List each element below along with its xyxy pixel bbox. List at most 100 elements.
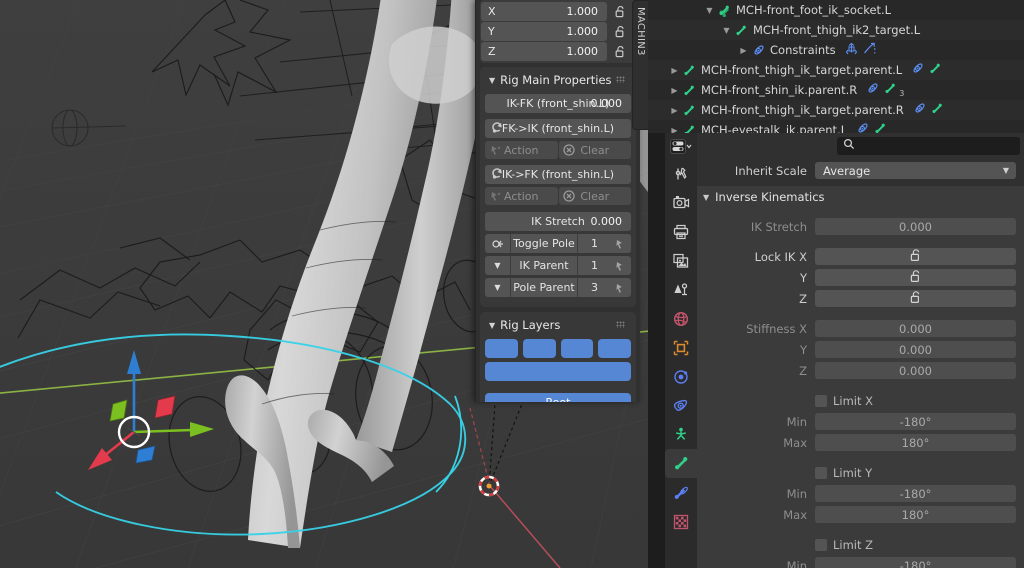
scale-z-lock-toggle[interactable] xyxy=(607,42,633,61)
lock-ik-z-row[interactable]: Z xyxy=(697,289,1016,308)
rig-layer-root-button[interactable]: Root xyxy=(485,393,631,402)
constraint-icon[interactable] xyxy=(913,102,926,118)
constraint-icon[interactable] xyxy=(911,62,924,78)
properties-tab-view-layer[interactable] xyxy=(665,246,697,275)
outliner-editor[interactable]: ▼ MCH-front_foot_ik_socket.L ▼ MCH-front… xyxy=(648,0,1024,133)
stiffness-z-row[interactable]: Z 0.000 xyxy=(697,361,1016,380)
constraint-icon[interactable] xyxy=(866,82,879,98)
stiffness-x-row[interactable]: Stiffness X 0.000 xyxy=(697,319,1016,338)
limit-x-min-field[interactable]: -180° xyxy=(815,413,1016,430)
limit-y-row[interactable]: Limit Y xyxy=(697,463,1016,482)
chevron-right-icon[interactable]: ▶ xyxy=(668,66,681,75)
properties-search-input[interactable] xyxy=(837,136,1020,155)
properties-editor[interactable]: Inherit Scale Average ▼ ▼ Inverse Kinema… xyxy=(665,133,1024,568)
inherit-scale-dropdown[interactable]: Average ▼ xyxy=(815,162,1016,179)
ik-stretch-field[interactable]: 0.000 xyxy=(815,218,1016,235)
ik-stretch-row[interactable]: IK Stretch 0.000 xyxy=(697,217,1016,236)
pole-parent-row[interactable]: ▼ Pole Parent 3 xyxy=(485,278,631,297)
ik-stretch-slider[interactable]: IK Stretch 0.000 xyxy=(485,212,631,231)
scale-x-lock-toggle[interactable] xyxy=(607,2,633,21)
scale-x-field[interactable]: X 1.000 xyxy=(481,2,607,21)
scale-y-field[interactable]: Y 1.000 xyxy=(481,22,607,41)
viewport-sidebar-n-panel[interactable]: X 1.000 Y 1.000 Z 1.000 ▼ Rig Main Prope… xyxy=(475,0,640,402)
lock-ik-y-row[interactable]: Y xyxy=(697,268,1016,287)
properties-tab-world[interactable] xyxy=(665,304,697,333)
lock-ik-x-row[interactable]: Lock IK X xyxy=(697,247,1016,266)
properties-tab-tool[interactable] xyxy=(665,159,697,188)
limit-z-min-field[interactable]: -180° xyxy=(815,557,1016,568)
rig-layers-header[interactable]: ▼ Rig Layers xyxy=(485,315,631,335)
outliner-row[interactable]: ▶ MCH-eyestalk_ik.parent.L xyxy=(648,120,1024,133)
stiffness-y-row[interactable]: Y 0.000 xyxy=(697,340,1016,359)
properties-tab-scene[interactable] xyxy=(665,275,697,304)
snap-ik-to-fk-button[interactable]: IK->FK (front_shin.L) xyxy=(485,165,631,184)
bone-icon[interactable] xyxy=(929,62,942,78)
inverse-kinematics-header[interactable]: ▼ Inverse Kinematics xyxy=(697,186,1016,208)
properties-tab-armature-data[interactable] xyxy=(665,420,697,449)
lock-ik-x-toggle[interactable] xyxy=(815,248,1016,265)
lock-ik-z-toggle[interactable] xyxy=(815,290,1016,307)
chevron-down-icon[interactable]: ▼ xyxy=(720,26,733,35)
pole-parent-keyframe-icon[interactable] xyxy=(611,282,631,294)
chevron-right-icon[interactable]: ▶ xyxy=(737,46,750,55)
ikfk-slider[interactable]: IK-FK (front_shin.L) 0.000 xyxy=(485,94,631,113)
lock-ik-y-toggle[interactable] xyxy=(815,269,1016,286)
outliner-row[interactable]: ▶ MCH-front_shin_ik.parent.R 3 xyxy=(648,80,1024,100)
properties-tab-physics[interactable] xyxy=(665,362,697,391)
scale-z-field[interactable]: Z 1.000 xyxy=(481,42,607,61)
chevron-down-icon[interactable]: ▼ xyxy=(485,256,511,275)
limit-y-max-field[interactable]: 180° xyxy=(815,506,1016,523)
inherit-scale-row[interactable]: Inherit Scale Average ▼ xyxy=(697,161,1016,180)
snap-ik-to-fk-action-button[interactable]: Action xyxy=(485,187,558,205)
bone-icon[interactable] xyxy=(874,122,887,133)
rig-layer-button-2[interactable] xyxy=(522,339,556,358)
limit-x-checkbox[interactable] xyxy=(815,394,827,407)
constraint-icon[interactable] xyxy=(856,122,869,133)
limit-x-row[interactable]: Limit X xyxy=(697,391,1016,410)
stiffness-x-field[interactable]: 0.000 xyxy=(815,320,1016,337)
limit-x-max-row[interactable]: Max 180° xyxy=(697,433,1016,452)
bone-icon[interactable] xyxy=(884,82,897,98)
rig-layer-button-3[interactable] xyxy=(560,339,594,358)
limit-y-checkbox[interactable] xyxy=(815,466,827,479)
rig-main-properties-header[interactable]: ▼ Rig Main Properties xyxy=(485,70,631,90)
chevron-right-icon[interactable]: ▶ xyxy=(668,126,681,134)
limit-z-checkbox[interactable] xyxy=(815,538,827,551)
ik-parent-row[interactable]: ▼ IK Parent 1 xyxy=(485,256,631,275)
ik-parent-keyframe-icon[interactable] xyxy=(611,260,631,272)
limit-y-min-row[interactable]: Min -180° xyxy=(697,484,1016,503)
copy-transforms-icon[interactable] xyxy=(845,42,858,58)
outliner-row[interactable]: ▶ Constraints xyxy=(648,40,1024,60)
snap-fk-to-ik-clear-button[interactable]: Clear xyxy=(558,141,631,159)
properties-tab-column[interactable] xyxy=(665,133,697,568)
chevron-right-icon[interactable]: ▶ xyxy=(668,106,681,115)
rig-layer-button-wide[interactable] xyxy=(485,362,631,381)
limit-x-min-row[interactable]: Min -180° xyxy=(697,412,1016,431)
bone-icon[interactable] xyxy=(931,102,944,118)
rig-layer-button-4[interactable] xyxy=(598,339,631,358)
3d-viewport[interactable]: X 1.000 Y 1.000 Z 1.000 ▼ Rig Main Prope… xyxy=(0,0,648,568)
sidebar-tab-machin3[interactable]: MACHIN3 xyxy=(632,0,648,130)
outliner-row[interactable]: ▶ MCH-front_thigh_ik_target.parent.L xyxy=(648,60,1024,80)
outliner-row[interactable]: ▼ MCH-front_foot_ik_socket.L xyxy=(648,0,1024,20)
chevron-down-icon[interactable]: ▼ xyxy=(703,6,716,15)
properties-editor-type-selector[interactable] xyxy=(665,133,697,159)
properties-tab-object[interactable] xyxy=(665,333,697,362)
properties-tab-bone[interactable] xyxy=(665,449,697,478)
rig-layer-button-1[interactable] xyxy=(485,339,518,358)
limit-y-max-row[interactable]: Max 180° xyxy=(697,505,1016,524)
stretch-to-icon[interactable] xyxy=(863,42,876,58)
properties-tab-object-constraints[interactable] xyxy=(665,391,697,420)
outliner-row[interactable]: ▶ MCH-front_thigh_ik_target.parent.R xyxy=(648,100,1024,120)
properties-tab-render[interactable] xyxy=(665,188,697,217)
properties-tab-bone-constraints[interactable] xyxy=(665,478,697,507)
toggle-pole-row[interactable]: Toggle Pole 1 xyxy=(485,234,631,253)
properties-tab-output[interactable] xyxy=(665,217,697,246)
chevron-down-icon[interactable]: ▼ xyxy=(485,278,511,297)
scale-y-lock-toggle[interactable] xyxy=(607,22,633,41)
outliner-row[interactable]: ▼ MCH-front_thigh_ik2_target.L xyxy=(648,20,1024,40)
stiffness-y-field[interactable]: 0.000 xyxy=(815,341,1016,358)
limit-y-min-field[interactable]: -180° xyxy=(815,485,1016,502)
limit-x-max-field[interactable]: 180° xyxy=(815,434,1016,451)
limit-z-min-row[interactable]: Min -180° xyxy=(697,556,1016,568)
